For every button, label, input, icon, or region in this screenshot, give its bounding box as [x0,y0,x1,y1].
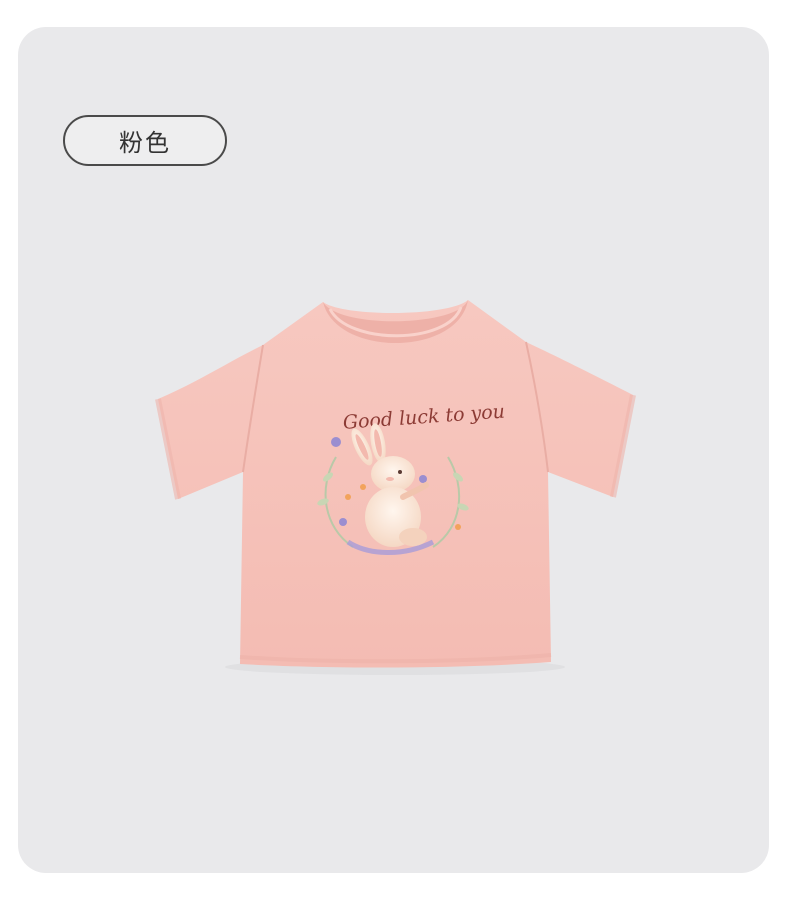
product-card: 粉色 Good luck to you [18,27,769,873]
tshirt-image: Good luck to you [155,300,636,675]
